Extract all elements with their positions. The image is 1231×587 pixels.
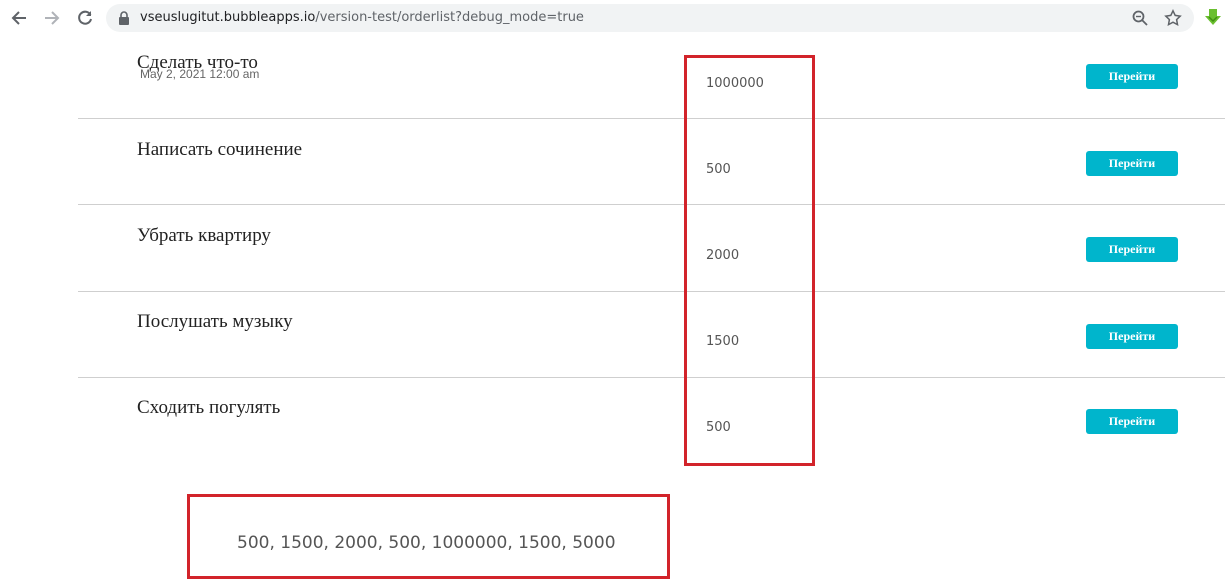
go-button[interactable]: Перейти — [1086, 64, 1178, 89]
zoom-icon[interactable] — [1131, 9, 1149, 27]
order-row: Написать сочинение 500 Перейти — [78, 118, 1225, 205]
forward-arrow-icon[interactable] — [40, 6, 64, 30]
order-title: Послушать музыку — [137, 311, 293, 332]
summary-text: 500, 1500, 2000, 500, 1000000, 1500, 500… — [237, 533, 616, 553]
url-text: vseuslugitut.bubbleapps.io/version-test/… — [140, 10, 584, 25]
order-title: Написать сочинение — [137, 139, 303, 160]
back-arrow-icon[interactable] — [7, 6, 31, 30]
reload-icon[interactable] — [73, 6, 97, 30]
order-title: Убрать квартиру — [137, 225, 271, 246]
order-row: Сделать что-то May 2, 2021 12:00 am 1000… — [78, 32, 1225, 118]
go-button[interactable]: Перейти — [1086, 324, 1178, 349]
amount-highlight-box — [684, 55, 815, 466]
download-extension-icon[interactable] — [1203, 8, 1223, 28]
browser-toolbar: vseuslugitut.bubbleapps.io/version-test/… — [0, 0, 1231, 36]
star-icon[interactable] — [1164, 9, 1182, 27]
lock-icon — [118, 11, 130, 30]
go-button[interactable]: Перейти — [1086, 237, 1178, 262]
order-row: Убрать квартиру 2000 Перейти — [78, 204, 1225, 291]
order-date: May 2, 2021 12:00 am — [140, 67, 260, 81]
order-row: Сходить погулять 500 Перейти — [78, 377, 1225, 468]
go-button[interactable]: Перейти — [1086, 409, 1178, 434]
go-button[interactable]: Перейти — [1086, 151, 1178, 176]
order-title: Сходить погулять — [137, 397, 281, 418]
address-bar[interactable]: vseuslugitut.bubbleapps.io/version-test/… — [106, 4, 1194, 32]
order-row: Послушать музыку 1500 Перейти — [78, 291, 1225, 378]
